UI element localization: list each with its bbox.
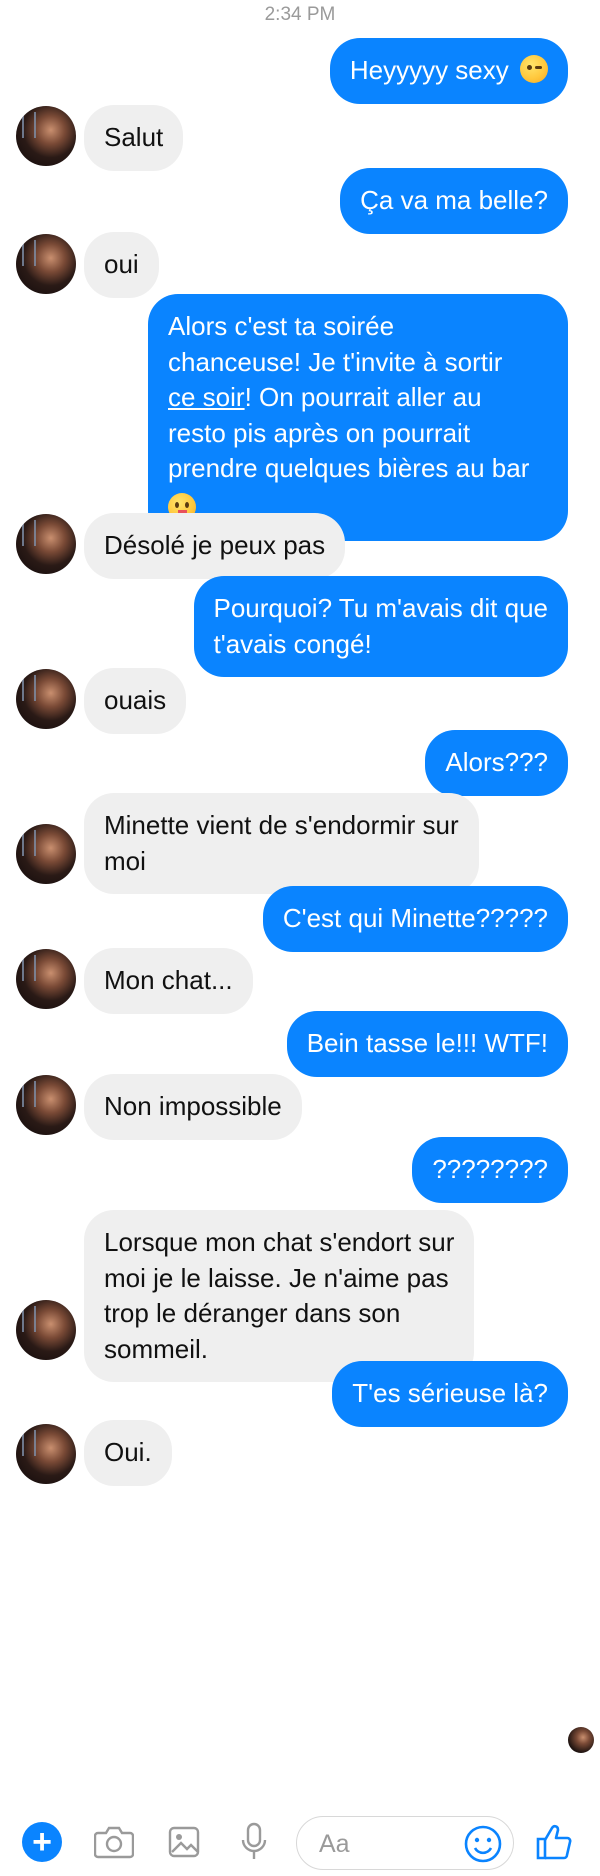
message-line: t'avais congé! xyxy=(213,628,372,659)
incoming-message[interactable]: Mon chat... xyxy=(84,948,253,1014)
message-line: moi xyxy=(104,845,146,876)
outgoing-message[interactable]: Alors c'est ta soirée chanceuse! Je t'in… xyxy=(148,294,568,541)
plus-icon: + xyxy=(22,1822,62,1862)
outgoing-message[interactable]: T'es sérieuse là? xyxy=(332,1361,568,1427)
contact-avatar[interactable] xyxy=(16,1075,76,1135)
message-text: Ça va ma belle? xyxy=(360,185,548,215)
camera-button[interactable] xyxy=(92,1820,136,1864)
contact-avatar[interactable] xyxy=(16,1424,76,1484)
message-thread[interactable]: Heyyyyy sexy Salut Ça va ma belle? oui A… xyxy=(0,38,600,1798)
message-line: trop le déranger dans son xyxy=(104,1298,401,1328)
like-button[interactable] xyxy=(532,1820,576,1864)
message-line: Alors c'est ta soirée xyxy=(168,311,395,341)
message-text: ???????? xyxy=(432,1154,548,1184)
seen-receipt-avatar xyxy=(568,1727,594,1753)
timestamp: 2:34 PM xyxy=(264,4,336,25)
composer-bar: + xyxy=(0,1812,600,1876)
message-text: oui xyxy=(104,249,139,279)
message-line: Minette vient de s'endormir sur xyxy=(104,810,459,840)
incoming-message[interactable]: ouais xyxy=(84,668,187,734)
message-input[interactable] xyxy=(319,1827,449,1861)
smiley-icon[interactable] xyxy=(463,1824,503,1864)
microphone-icon xyxy=(241,1822,267,1859)
incoming-message[interactable]: Salut xyxy=(84,105,184,171)
outgoing-message[interactable]: C'est qui Minette????? xyxy=(262,886,568,952)
incoming-message[interactable]: Minette vient de s'endormir sur moi xyxy=(84,793,479,894)
message-text: Oui. xyxy=(104,1437,152,1467)
date-link[interactable]: ce soir xyxy=(168,382,245,412)
message-line: prendre quelques bières au bar xyxy=(168,453,530,483)
message-line: Pourquoi? Tu m'avais dit que xyxy=(213,593,549,623)
add-button[interactable]: + xyxy=(20,1820,64,1864)
message-text: Mon chat... xyxy=(104,965,233,995)
message-text: Désolé je peux pas xyxy=(104,530,326,560)
gallery-button[interactable] xyxy=(162,1820,206,1864)
outgoing-message[interactable]: Pourquoi? Tu m'avais dit que t'avais con… xyxy=(193,576,568,677)
outgoing-message[interactable]: Bein tasse le!!! WTF! xyxy=(286,1011,568,1077)
message-text: Salut xyxy=(104,122,164,152)
message-line: ! On pourrait aller au xyxy=(244,382,482,412)
message-text: T'es sérieuse là? xyxy=(352,1378,548,1408)
message-line: moi je le laisse. Je n'aime pas xyxy=(104,1262,449,1293)
message-text: Non impossible xyxy=(104,1091,282,1121)
contact-avatar[interactable] xyxy=(16,1300,76,1360)
outgoing-message[interactable]: ???????? xyxy=(412,1137,568,1203)
message-line: chanceuse! Je t'invite à sortir xyxy=(168,346,503,377)
message-input-wrapper[interactable] xyxy=(296,1816,514,1870)
outgoing-message[interactable]: Alors??? xyxy=(425,730,568,796)
message-line: Lorsque mon chat s'endort sur xyxy=(104,1227,455,1257)
contact-avatar[interactable] xyxy=(16,669,76,729)
contact-avatar[interactable] xyxy=(16,106,76,166)
outgoing-message[interactable]: Ça va ma belle? xyxy=(340,168,568,234)
outgoing-message[interactable]: Heyyyyy sexy xyxy=(329,38,568,104)
incoming-message[interactable]: Désolé je peux pas xyxy=(84,513,346,579)
contact-avatar[interactable] xyxy=(16,234,76,294)
incoming-message[interactable]: Lorsque mon chat s'endort sur moi je le … xyxy=(84,1210,475,1382)
message-text: ouais xyxy=(104,685,167,715)
thumbs-up-icon xyxy=(536,1824,572,1860)
microphone-button[interactable] xyxy=(232,1820,276,1864)
contact-avatar[interactable] xyxy=(16,824,76,884)
message-line: resto pis après on pourrait xyxy=(168,417,471,448)
incoming-message[interactable]: oui xyxy=(84,232,159,298)
wink-emoji-icon xyxy=(520,55,548,83)
message-text: Heyyyyy sexy xyxy=(349,55,509,85)
message-text: C'est qui Minette????? xyxy=(282,903,548,933)
contact-avatar[interactable] xyxy=(16,514,76,574)
message-text: Alors??? xyxy=(445,747,548,777)
incoming-message[interactable]: Non impossible xyxy=(84,1074,302,1140)
message-text: Bein tasse le!!! WTF! xyxy=(306,1028,548,1058)
camera-icon xyxy=(94,1826,134,1859)
incoming-message[interactable]: Oui. xyxy=(84,1420,172,1486)
contact-avatar[interactable] xyxy=(16,949,76,1009)
gallery-icon xyxy=(168,1826,200,1858)
